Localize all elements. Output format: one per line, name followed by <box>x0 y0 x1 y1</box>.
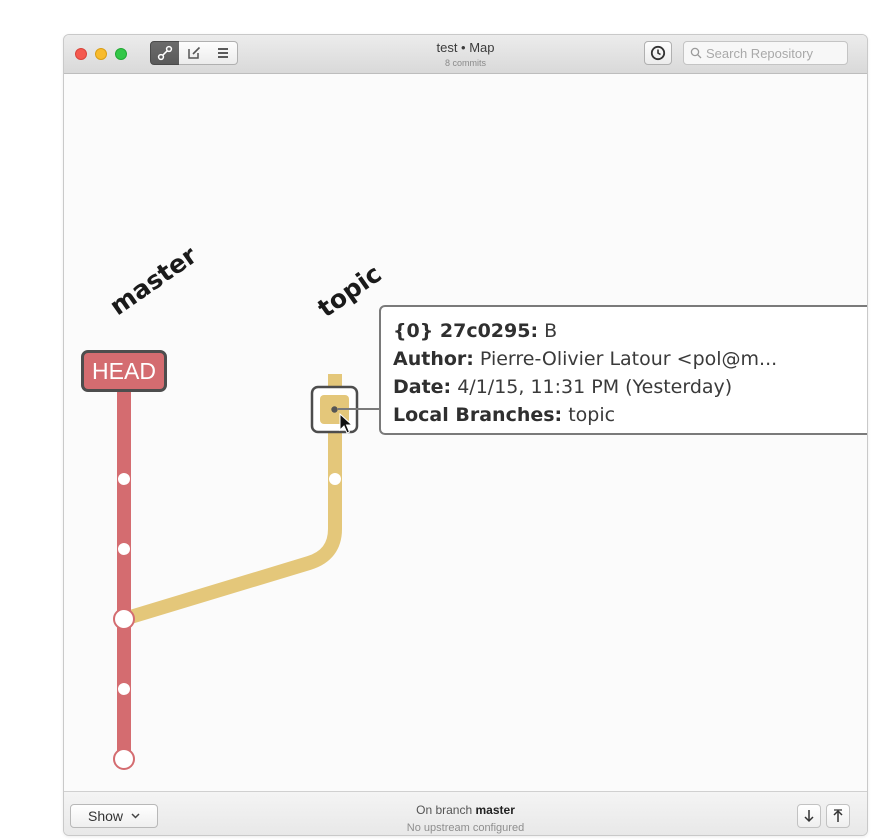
status-bar: Show On branch master No upstream config… <box>64 791 867 835</box>
head-badge[interactable]: HEAD <box>81 350 167 392</box>
tooltip-date-row: Date: 4/1/15, 11:31 PM (Yesterday) <box>393 373 867 401</box>
history-clock-icon <box>650 45 666 61</box>
tooltip-author-row: Author: Pierre-Olivier Latour <pol@m... <box>393 345 867 373</box>
tooltip-commit-message: B <box>544 320 558 342</box>
merge-base-commit[interactable] <box>113 608 135 630</box>
title-bar: test • Map 8 commits <box>64 35 867 74</box>
search-field[interactable] <box>683 41 848 65</box>
tooltip-branches-value: topic <box>568 404 616 426</box>
commit-dot[interactable] <box>118 683 130 695</box>
tooltip-commit-row: {0} 27c0295: B <box>393 317 867 345</box>
branch-status-prefix: On branch <box>416 803 473 817</box>
push-button[interactable] <box>826 804 850 828</box>
tooltip-date-label: Date: <box>393 376 452 398</box>
tooltip-branches-label: Local Branches: <box>393 404 563 426</box>
upstream-status: No upstream configured <box>406 822 525 834</box>
tooltip-branches-row: Local Branches: topic <box>393 401 867 429</box>
commit-dot[interactable] <box>329 473 341 485</box>
arrow-down-icon <box>804 810 814 823</box>
repository-map[interactable]: master topic HEAD {0} 27c0295: B Author:… <box>64 74 867 791</box>
topic-tip-dot <box>331 406 338 413</box>
commit-dot[interactable] <box>118 473 130 485</box>
root-commit[interactable] <box>113 748 135 770</box>
search-input[interactable] <box>702 45 846 61</box>
topic-branch-line <box>121 374 342 626</box>
tooltip-date-value: 4/1/15, 11:31 PM (Yesterday) <box>457 376 733 398</box>
branch-status: On branch master <box>64 803 867 817</box>
commit-dot[interactable] <box>118 543 130 555</box>
history-button[interactable] <box>644 41 672 65</box>
tooltip-author-value: Pierre-Olivier Latour <pol@m... <box>479 348 778 370</box>
pull-button[interactable] <box>797 804 821 828</box>
commit-tooltip: {0} 27c0295: B Author: Pierre-Olivier La… <box>379 305 867 435</box>
tooltip-commit-id: {0} 27c0295: <box>393 320 539 342</box>
current-branch-name: master <box>475 803 515 817</box>
app-window: test • Map 8 commits Search Repository m… <box>63 34 868 836</box>
search-icon <box>690 47 702 59</box>
tooltip-author-label: Author: <box>393 348 474 370</box>
arrow-up-icon <box>833 809 843 822</box>
